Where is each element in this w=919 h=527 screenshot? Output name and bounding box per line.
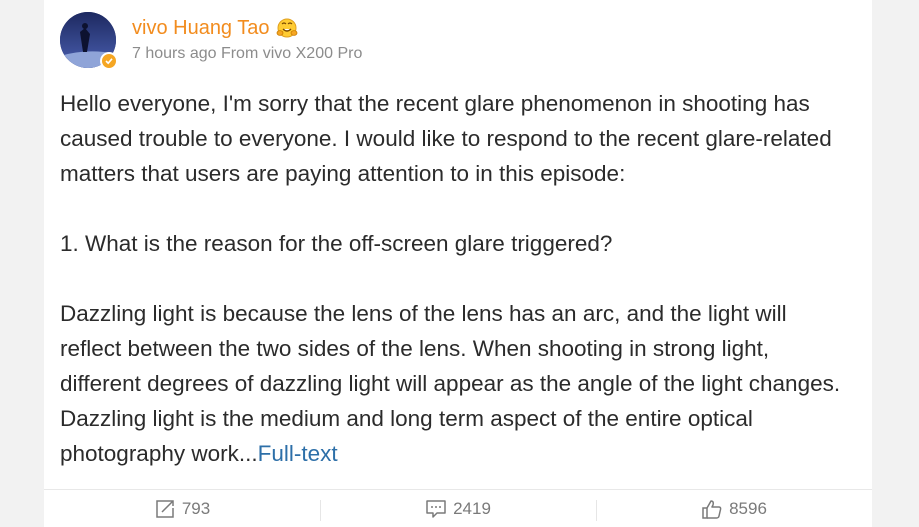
like-button[interactable]: 8596 <box>596 490 872 527</box>
comment-count: 2419 <box>453 498 491 518</box>
like-count: 8596 <box>729 498 767 518</box>
comment-button[interactable]: 2419 <box>320 490 596 527</box>
author-name[interactable]: vivo Huang Tao <box>132 15 270 41</box>
post-paragraph: Dazzling light is because the lens of th… <box>60 296 850 471</box>
hugging-face-emoji-icon <box>276 17 298 39</box>
action-bar: 793 2419 8596 <box>44 490 872 527</box>
post-body: Hello everyone, I'm sorry that the recen… <box>60 86 850 471</box>
repost-button[interactable]: 793 <box>44 490 320 527</box>
author-avatar[interactable] <box>60 12 118 70</box>
author-name-row: vivo Huang Tao <box>132 15 298 41</box>
post-paragraph-text: Dazzling light is because the lens of th… <box>60 301 841 466</box>
weibo-post-card: vivo Huang Tao 7 hours ago From vivo X20… <box>44 0 872 527</box>
comment-icon <box>426 499 446 518</box>
post-paragraph: 1. What is the reason for the off-screen… <box>60 231 613 256</box>
post-meta: 7 hours ago From vivo X200 Pro <box>132 45 363 62</box>
verified-badge-icon <box>100 52 118 70</box>
repost-count: 793 <box>181 498 211 518</box>
full-text-link[interactable]: Full-text <box>258 441 338 466</box>
thumbs-up-icon <box>702 499 722 519</box>
repost-icon <box>156 499 174 518</box>
post-paragraph: Hello everyone, I'm sorry that the recen… <box>60 91 832 186</box>
